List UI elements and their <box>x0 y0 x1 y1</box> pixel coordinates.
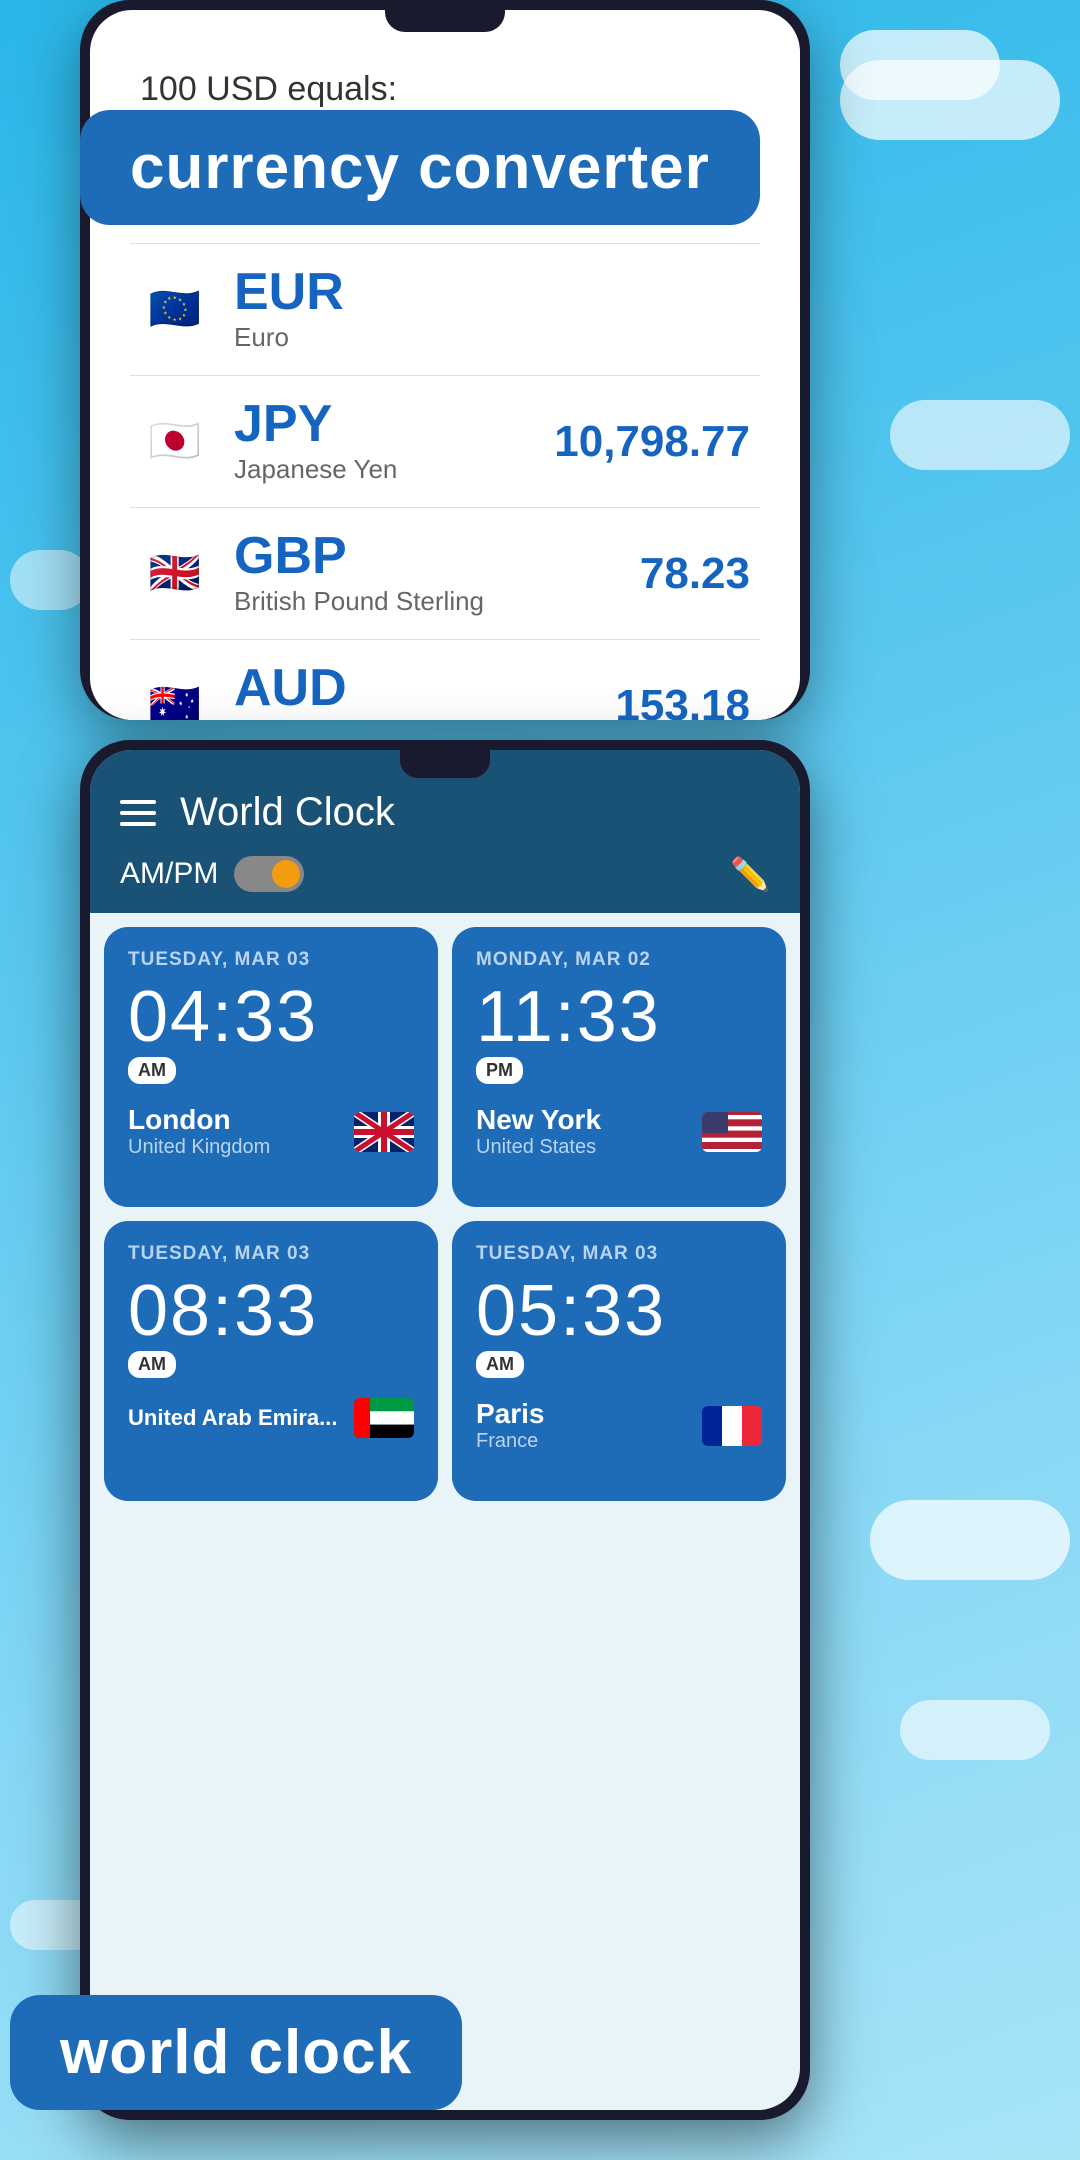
london-ampm: AM <box>128 1057 176 1084</box>
newyork-city-info: New York United States <box>476 1104 601 1159</box>
flag-eur: 🇪🇺 <box>140 275 210 345</box>
london-country: United Kingdom <box>128 1136 270 1159</box>
currency-converter-label: currency converter <box>130 133 710 202</box>
uae-date: TUESDAY, MAR 03 <box>128 1243 414 1265</box>
clock-card-uae[interactable]: TUESDAY, MAR 03 08:33 AM United Arab Emi… <box>104 1221 438 1501</box>
flag-jpy: 🇯🇵 <box>140 407 210 477</box>
flag-aud: 🇦🇺 <box>140 671 210 721</box>
london-date: TUESDAY, MAR 03 <box>128 949 414 971</box>
ampm-toggle-switch[interactable] <box>234 856 304 892</box>
uae-ampm: AM <box>128 1351 176 1378</box>
currency-code-eur: EUR <box>234 266 750 318</box>
toggle-knob <box>272 860 300 888</box>
currency-code-gbp: GBP <box>234 530 640 582</box>
newyork-time: 11:33 <box>476 981 762 1053</box>
newyork-date: MONDAY, MAR 02 <box>476 949 762 971</box>
london-time: 04:33 <box>128 981 414 1053</box>
currency-item-aud[interactable]: 🇦🇺 AUD Australian Dollar 153.18 <box>130 640 760 720</box>
edit-button[interactable]: ✏️ <box>730 855 770 893</box>
paris-country: France <box>476 1430 545 1453</box>
currency-converter-phone: 100 USD equals: 🇺🇸 USD 100 🇪🇺 EUR Euro <box>80 0 810 720</box>
paris-city: Paris <box>476 1398 545 1430</box>
flag-gbp: 🇬🇧 <box>140 539 210 609</box>
uae-city: United Arab Emira... <box>128 1405 337 1431</box>
newyork-country: United States <box>476 1136 601 1159</box>
currency-info-aud: AUD Australian Dollar <box>234 662 615 720</box>
clock-card-london[interactable]: TUESDAY, MAR 03 04:33 AM London United K… <box>104 927 438 1207</box>
phone-bottom-notch <box>400 750 490 778</box>
newyork-city: New York <box>476 1104 601 1136</box>
currency-value-jpy: 10,798.77 <box>554 417 750 467</box>
paris-ampm: AM <box>476 1351 524 1378</box>
phone-notch <box>385 10 505 32</box>
currency-code-aud: AUD <box>234 662 615 714</box>
uae-city-info: United Arab Emira... <box>128 1405 337 1431</box>
menu-button[interactable] <box>120 800 156 826</box>
currency-item-eur[interactable]: 🇪🇺 EUR Euro <box>130 244 760 376</box>
clock-grid: TUESDAY, MAR 03 04:33 AM London United K… <box>90 913 800 1515</box>
newyork-ampm: PM <box>476 1057 523 1084</box>
uae-time: 08:33 <box>128 1275 414 1347</box>
currency-name-aud: Australian Dollar <box>234 718 615 720</box>
paris-city-info: Paris France <box>476 1398 545 1453</box>
london-city: London <box>128 1104 270 1136</box>
world-clock-badge: world clock <box>10 1995 462 2110</box>
paris-footer: Paris France <box>476 1398 762 1453</box>
currency-item-jpy[interactable]: 🇯🇵 JPY Japanese Yen 10,798.77 <box>130 376 760 508</box>
clock-card-newyork[interactable]: MONDAY, MAR 02 11:33 PM New York United … <box>452 927 786 1207</box>
currency-info-jpy: JPY Japanese Yen <box>234 398 554 485</box>
uae-footer: United Arab Emira... <box>128 1398 414 1438</box>
currency-code-jpy: JPY <box>234 398 554 450</box>
paris-flag <box>702 1406 762 1446</box>
newyork-flag <box>702 1112 762 1152</box>
clock-card-paris[interactable]: TUESDAY, MAR 03 05:33 AM Paris France <box>452 1221 786 1501</box>
currency-value-gbp: 78.23 <box>640 549 750 599</box>
currency-item-gbp[interactable]: 🇬🇧 GBP British Pound Sterling 78.23 <box>130 508 760 640</box>
currency-value-aud: 153.18 <box>615 681 750 721</box>
currency-name-eur: Euro <box>234 322 750 353</box>
currency-converter-badge: currency converter <box>80 110 760 225</box>
paris-date: TUESDAY, MAR 03 <box>476 1243 762 1265</box>
world-clock-label: world clock <box>60 2018 412 2087</box>
newyork-footer: New York United States <box>476 1104 762 1159</box>
currency-header: 100 USD equals: <box>130 70 760 109</box>
world-clock-title: World Clock <box>180 790 395 835</box>
currency-info-eur: EUR Euro <box>234 266 750 353</box>
london-flag <box>354 1112 414 1152</box>
ampm-toggle-group: AM/PM <box>120 856 304 892</box>
world-clock-controls: AM/PM ✏️ <box>120 855 770 893</box>
currency-name-gbp: British Pound Sterling <box>234 586 640 617</box>
london-city-info: London United Kingdom <box>128 1104 270 1159</box>
currency-info-gbp: GBP British Pound Sterling <box>234 530 640 617</box>
uae-flag <box>354 1398 414 1438</box>
paris-time: 05:33 <box>476 1275 762 1347</box>
london-footer: London United Kingdom <box>128 1104 414 1159</box>
currency-name-jpy: Japanese Yen <box>234 454 554 485</box>
world-clock-phone: World Clock AM/PM ✏️ TUESDAY, MAR 03 04:… <box>80 740 810 2120</box>
ampm-label: AM/PM <box>120 857 218 891</box>
